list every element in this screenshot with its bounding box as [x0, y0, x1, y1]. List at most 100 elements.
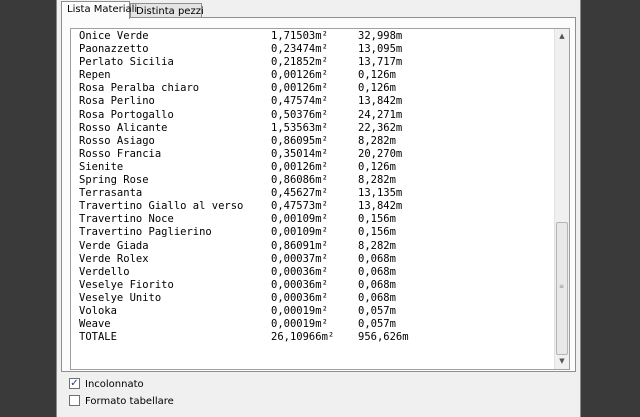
- list-item[interactable]: Rosa Portogallo 0,50376m² 24,271m: [79, 109, 551, 122]
- material-length: 13,717m: [358, 56, 403, 69]
- material-name: Veselye Unito: [79, 291, 162, 304]
- background-left: [0, 0, 56, 417]
- list-item[interactable]: Onice Verde 1,71503m² 32,998m: [79, 30, 551, 43]
- arrow-up-icon[interactable]: ▲: [555, 29, 569, 44]
- material-name: Rosso Francia: [79, 147, 162, 160]
- material-area: 0,21852m²: [271, 56, 328, 69]
- material-area: 0,00126m²: [271, 82, 328, 95]
- material-name: Verde Giada: [79, 239, 149, 252]
- list-item[interactable]: Verdello 0,00036m² 0,068m: [79, 266, 551, 279]
- list-item[interactable]: Rosa Perlino 0,47574m² 13,842m: [79, 95, 551, 108]
- material-name: Spring Rose: [79, 174, 149, 187]
- list-item[interactable]: Terrasanta 0,45627m² 13,135m: [79, 187, 551, 200]
- material-name: Terrasanta: [79, 187, 143, 200]
- list-item[interactable]: Verde Rolex 0,00037m² 0,068m: [79, 253, 551, 266]
- material-name: Rosso Asiago: [79, 134, 155, 147]
- material-name: Veselye Fiorito: [79, 278, 174, 291]
- material-area: 0,00019m²: [271, 318, 328, 331]
- material-name: Repen: [79, 69, 111, 82]
- material-area: 1,71503m²: [271, 30, 328, 42]
- list-item[interactable]: Travertino Noce 0,00109m² 0,156m: [79, 213, 551, 226]
- material-name: Travertino Paglierino: [79, 226, 212, 239]
- material-area: 0,00037m²: [271, 252, 328, 265]
- arrow-down-icon[interactable]: ▼: [555, 354, 569, 369]
- list-item[interactable]: Rosso Francia 0,35014m² 20,270m: [79, 148, 551, 161]
- tab-distinta-pezzi[interactable]: Distinta pezzi: [130, 3, 204, 18]
- list-item[interactable]: TOTALE 26,10966m² 956,626m: [79, 331, 551, 344]
- material-area: 0,86086m²: [271, 174, 328, 187]
- material-length: 0,126m: [358, 82, 396, 95]
- list-item[interactable]: Rosso Alicante 1,53563m² 22,362m: [79, 122, 551, 135]
- list-item[interactable]: Voloka 0,00019m² 0,057m: [79, 305, 551, 318]
- material-area: 0,86095m²: [271, 134, 328, 147]
- list-item[interactable]: Verde Giada 0,86091m² 8,282m: [79, 240, 551, 253]
- scroll-thumb[interactable]: ≡: [556, 222, 568, 355]
- material-name: Verde Rolex: [79, 252, 149, 265]
- grip-icon: ≡: [559, 283, 565, 290]
- material-length: 22,362m: [358, 121, 403, 134]
- material-area: 1,53563m²: [271, 121, 328, 134]
- material-name: Travertino Giallo al verso: [79, 200, 244, 213]
- material-name: Sienite: [79, 160, 124, 173]
- material-area: 0,35014m²: [271, 147, 328, 160]
- material-name: Travertino Noce: [79, 213, 174, 226]
- material-length: 20,270m: [358, 147, 403, 160]
- material-area: 0,00036m²: [271, 291, 328, 304]
- material-name: Verdello: [79, 265, 130, 278]
- material-name: Perlato Sicilia: [79, 56, 174, 69]
- tab-panel: Onice Verde 1,71503m² 32,998m Paonazzetto 0,…: [61, 17, 576, 372]
- incolonnato-checkbox[interactable]: ✓: [69, 378, 80, 389]
- list-item[interactable]: Rosso Asiago 0,86095m² 8,282m: [79, 135, 551, 148]
- material-length: 13,095m: [358, 43, 403, 56]
- list-item[interactable]: Repen 0,00126m² 0,126m: [79, 69, 551, 82]
- material-name: Onice Verde: [79, 30, 149, 42]
- material-name: Voloka: [79, 304, 117, 317]
- material-name: Rosa Portogallo: [79, 108, 174, 121]
- materials-list[interactable]: Onice Verde 1,71503m² 32,998m Paonazzetto 0,…: [70, 28, 570, 370]
- material-area: 0,23474m²: [271, 43, 328, 56]
- vertical-scrollbar[interactable]: ▲ ≡ ▼: [554, 29, 569, 369]
- material-length: 8,282m: [358, 174, 396, 187]
- material-area: 26,10966m²: [271, 331, 335, 344]
- material-length: 0,068m: [358, 265, 396, 278]
- material-length: 0,156m: [358, 226, 396, 239]
- material-area: 0,00036m²: [271, 278, 328, 291]
- material-length: 0,068m: [358, 291, 396, 304]
- material-length: 0,057m: [358, 318, 396, 331]
- material-area: 0,00109m²: [271, 213, 328, 226]
- list-item[interactable]: Sienite 0,00126m² 0,126m: [79, 161, 551, 174]
- tab-lista-materiali[interactable]: Lista Materiali: [61, 1, 137, 19]
- list-item[interactable]: Veselye Fiorito 0,00036m² 0,068m: [79, 279, 551, 292]
- material-name: Paonazzetto: [79, 43, 149, 56]
- incolonnato-label: Incolonnato: [85, 379, 144, 390]
- formato-tabellare-checkbox[interactable]: [69, 395, 80, 406]
- material-length: 0,068m: [358, 278, 396, 291]
- list-item[interactable]: Veselye Unito 0,00036m² 0,068m: [79, 292, 551, 305]
- material-name: Rosso Alicante: [79, 121, 168, 134]
- list-item[interactable]: Paonazzetto 0,23474m² 13,095m: [79, 43, 551, 56]
- material-name: TOTALE: [79, 331, 117, 344]
- list-item[interactable]: Perlato Sicilia 0,21852m² 13,717m: [79, 56, 551, 69]
- material-length: 0,057m: [358, 304, 396, 317]
- list-item[interactable]: Travertino Giallo al verso 0,47573m² 13,84…: [79, 200, 551, 213]
- material-length: 0,156m: [358, 213, 396, 226]
- material-area: 0,47574m²: [271, 95, 328, 108]
- material-length: 24,271m: [358, 108, 403, 121]
- material-length: 13,842m: [358, 95, 403, 108]
- list-item[interactable]: Rosa Peralba chiaro 0,00126m² 0,126m: [79, 82, 551, 95]
- material-length: 956,626m: [358, 331, 409, 344]
- material-area: 0,50376m²: [271, 108, 328, 121]
- material-area: 0,00019m²: [271, 304, 328, 317]
- background-right: [581, 0, 640, 417]
- material-area: 0,00126m²: [271, 69, 328, 82]
- material-area: 0,45627m²: [271, 187, 328, 200]
- material-length: 32,998m: [358, 30, 403, 42]
- material-length: 8,282m: [358, 134, 396, 147]
- material-area: 0,86091m²: [271, 239, 328, 252]
- material-area: 0,47573m²: [271, 200, 328, 213]
- material-name: Rosa Peralba chiaro: [79, 82, 200, 95]
- list-item[interactable]: Travertino Paglierino 0,00109m² 0,156m: [79, 226, 551, 239]
- material-name: Weave: [79, 318, 111, 331]
- list-item[interactable]: Weave 0,00019m² 0,057m: [79, 318, 551, 331]
- list-item[interactable]: Spring Rose 0,86086m² 8,282m: [79, 174, 551, 187]
